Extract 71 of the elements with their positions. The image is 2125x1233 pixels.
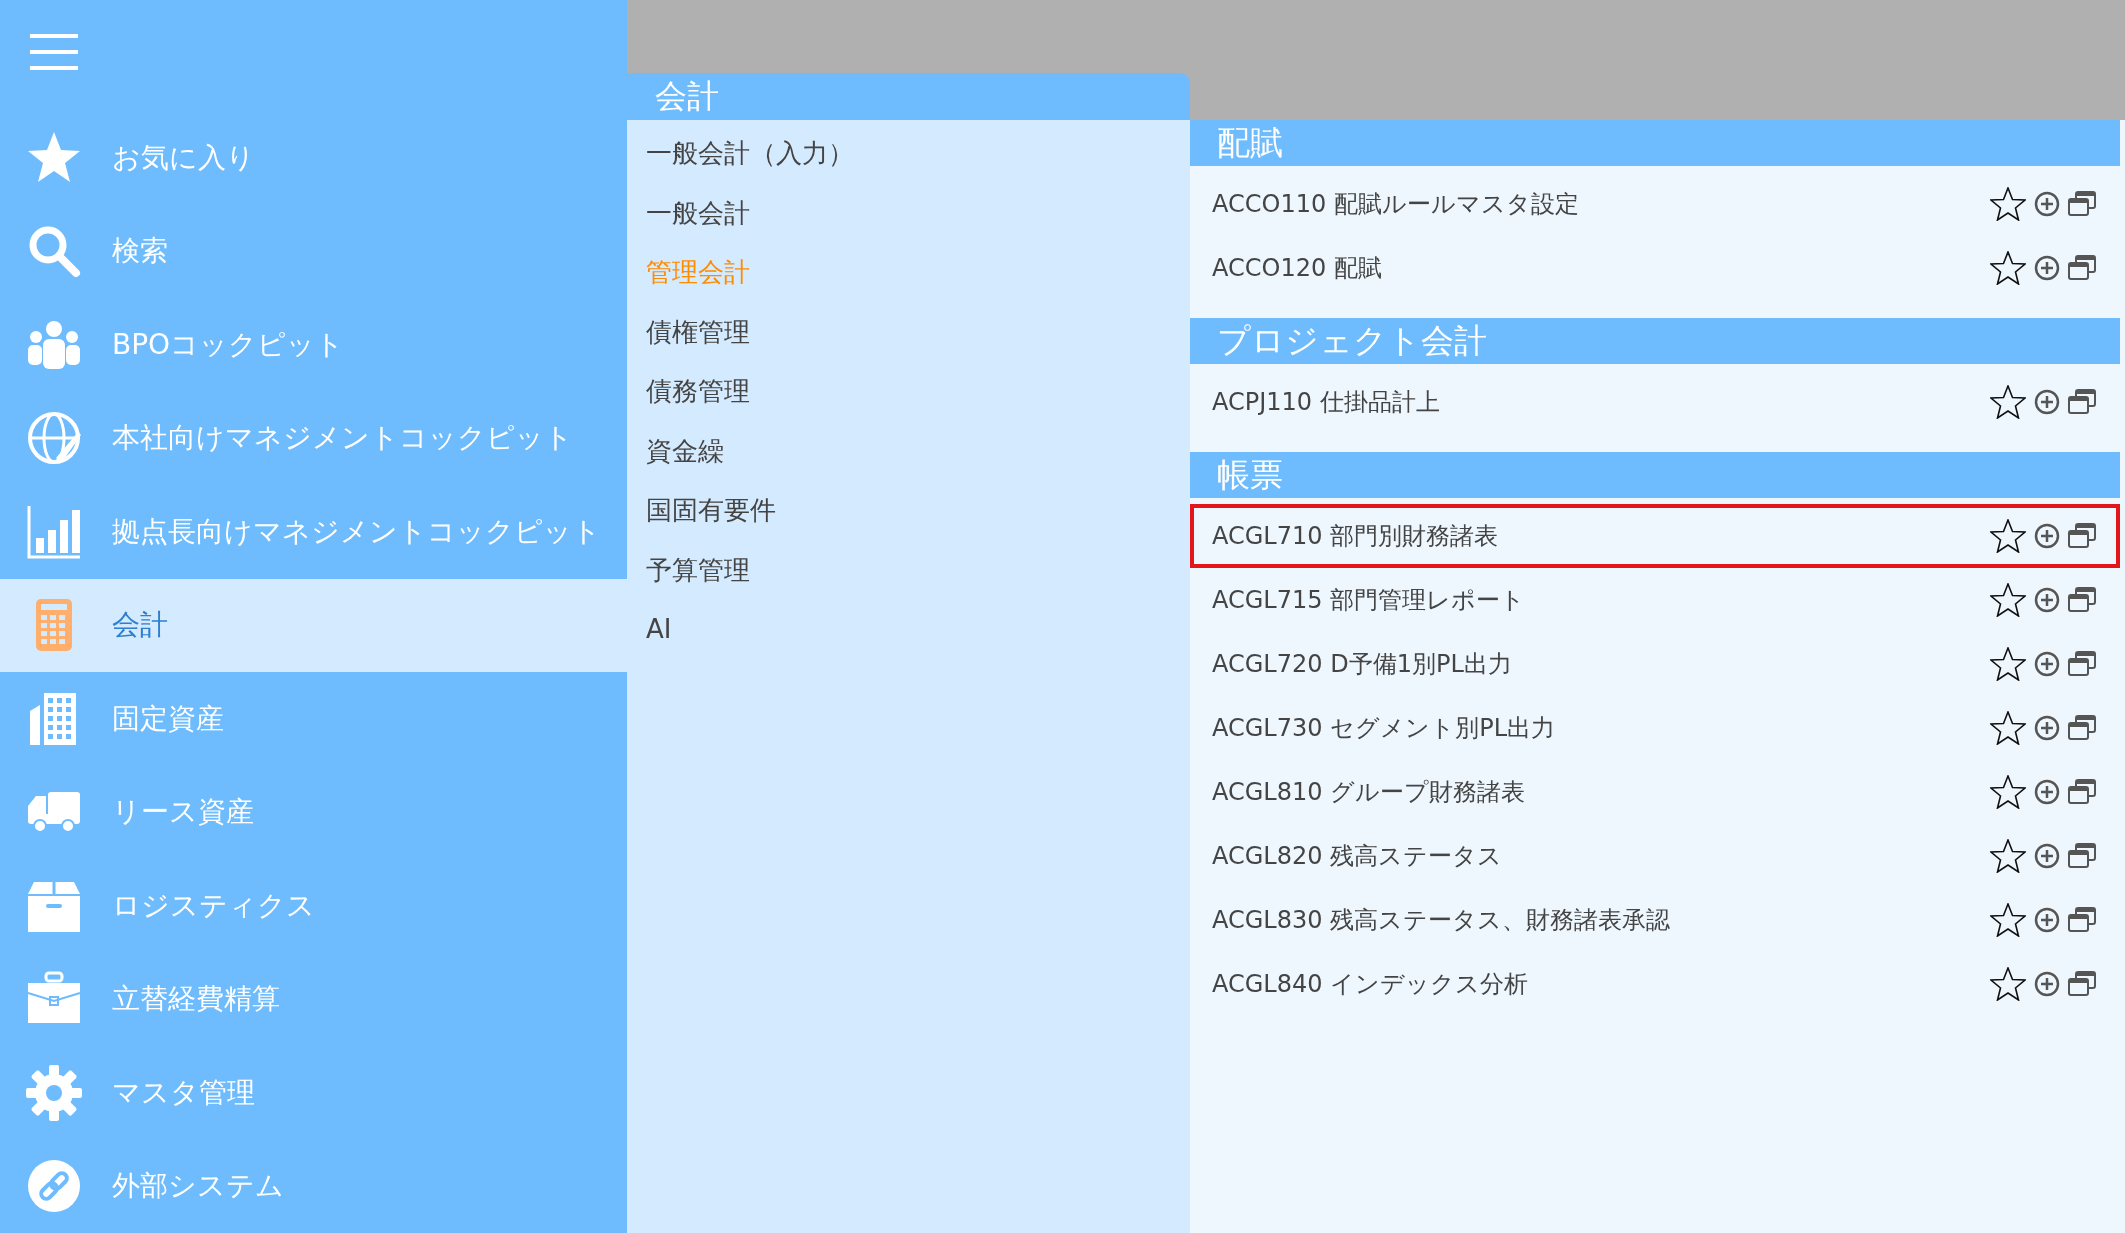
windows-icon[interactable] bbox=[2068, 587, 2096, 613]
submenu-item[interactable]: AI bbox=[627, 600, 1190, 660]
submenu-item[interactable]: 予算管理 bbox=[627, 540, 1190, 600]
program-row[interactable]: ACGL715 部門管理レポート bbox=[1190, 568, 2120, 632]
chart-icon bbox=[26, 503, 82, 560]
program-link[interactable]: ACGL820 残高ステータス bbox=[1212, 838, 1990, 874]
windows-icon[interactable] bbox=[2068, 843, 2096, 869]
program-row[interactable]: ACCO120 配賦 bbox=[1190, 236, 2120, 300]
submenu-title: 会計 bbox=[627, 73, 1190, 120]
add-icon[interactable] bbox=[2034, 587, 2060, 613]
highlighted-row[interactable]: ACGL710 部門別財務諸表 bbox=[1190, 504, 2120, 568]
windows-icon[interactable] bbox=[2068, 651, 2096, 677]
star-outline-icon[interactable] bbox=[1990, 647, 2026, 681]
star-outline-icon[interactable] bbox=[1990, 583, 2026, 617]
star-outline-icon[interactable] bbox=[1990, 385, 2026, 419]
windows-icon[interactable] bbox=[2068, 191, 2096, 217]
star-outline-icon[interactable] bbox=[1990, 711, 2026, 745]
program-link[interactable]: ACGL830 残高ステータス、財務諸表承認 bbox=[1212, 902, 1990, 938]
star-outline-icon[interactable] bbox=[1990, 903, 2026, 937]
program-link[interactable]: ACGL710 部門別財務諸表 bbox=[1212, 518, 1990, 554]
submenu-item[interactable]: 資金繰 bbox=[627, 421, 1190, 481]
gear-icon bbox=[26, 1064, 82, 1121]
program-link[interactable]: ACGL810 グループ財務諸表 bbox=[1212, 774, 1990, 810]
add-icon[interactable] bbox=[2034, 907, 2060, 933]
section-header: 配賦 bbox=[1190, 120, 2120, 166]
add-icon[interactable] bbox=[2034, 255, 2060, 281]
add-icon[interactable] bbox=[2034, 389, 2060, 415]
program-row[interactable]: ACCO110 配賦ルールマスタ設定 bbox=[1190, 172, 2120, 236]
program-row[interactable]: ACGL720 D予備1別PL出力 bbox=[1190, 632, 2120, 696]
windows-icon[interactable] bbox=[2068, 907, 2096, 933]
windows-icon[interactable] bbox=[2068, 389, 2096, 415]
windows-icon[interactable] bbox=[2068, 255, 2096, 281]
star-outline-icon[interactable] bbox=[1990, 967, 2026, 1001]
section-header: プロジェクト会計 bbox=[1190, 318, 2120, 364]
star-outline-icon[interactable] bbox=[1990, 187, 2026, 221]
globe-icon bbox=[26, 410, 82, 467]
program-link[interactable]: ACCO110 配賦ルールマスタ設定 bbox=[1212, 186, 1990, 222]
add-icon[interactable] bbox=[2034, 191, 2060, 217]
link-icon bbox=[26, 1158, 82, 1215]
program-row[interactable]: ACGL820 残高ステータス bbox=[1190, 824, 2120, 888]
program-row[interactable]: ACGL840 インデックス分析 bbox=[1190, 952, 2120, 1016]
program-row[interactable]: ACGL730 セグメント別PL出力 bbox=[1190, 696, 2120, 760]
program-link[interactable]: ACGL730 セグメント別PL出力 bbox=[1212, 710, 1990, 746]
windows-icon[interactable] bbox=[2068, 523, 2096, 549]
windows-icon[interactable] bbox=[2068, 715, 2096, 741]
submenu-item[interactable]: 一般会計 bbox=[627, 183, 1190, 243]
program-link[interactable]: ACGL720 D予備1別PL出力 bbox=[1212, 646, 1990, 682]
windows-icon[interactable] bbox=[2068, 971, 2096, 997]
star-outline-icon[interactable] bbox=[1990, 839, 2026, 873]
star-outline-icon[interactable] bbox=[1990, 519, 2026, 553]
add-icon[interactable] bbox=[2034, 651, 2060, 677]
section-header: 帳票 bbox=[1190, 452, 2120, 498]
program-link[interactable]: ACGL840 インデックス分析 bbox=[1212, 966, 1990, 1002]
add-icon[interactable] bbox=[2034, 715, 2060, 741]
star-outline-icon[interactable] bbox=[1990, 775, 2026, 809]
windows-icon[interactable] bbox=[2068, 779, 2096, 805]
program-link[interactable]: ACPJ110 仕掛品計上 bbox=[1212, 384, 1990, 420]
add-icon[interactable] bbox=[2034, 843, 2060, 869]
add-icon[interactable] bbox=[2034, 779, 2060, 805]
submenu-item[interactable]: 国固有要件 bbox=[627, 481, 1190, 541]
add-icon[interactable] bbox=[2034, 523, 2060, 549]
program-row[interactable]: ACPJ110 仕掛品計上 bbox=[1190, 370, 2120, 434]
submenu-item[interactable]: 債務管理 bbox=[627, 362, 1190, 422]
program-row[interactable]: ACGL830 残高ステータス、財務諸表承認 bbox=[1190, 888, 2120, 952]
program-link[interactable]: ACCO120 配賦 bbox=[1212, 250, 1990, 286]
submenu-item[interactable]: 一般会計（入力） bbox=[627, 124, 1190, 184]
star-outline-icon[interactable] bbox=[1990, 251, 2026, 285]
add-icon[interactable] bbox=[2034, 971, 2060, 997]
program-row[interactable]: ACGL810 グループ財務諸表 bbox=[1190, 760, 2120, 824]
program-link[interactable]: ACGL715 部門管理レポート bbox=[1212, 582, 1990, 618]
submenu-item[interactable]: 債権管理 bbox=[627, 302, 1190, 362]
